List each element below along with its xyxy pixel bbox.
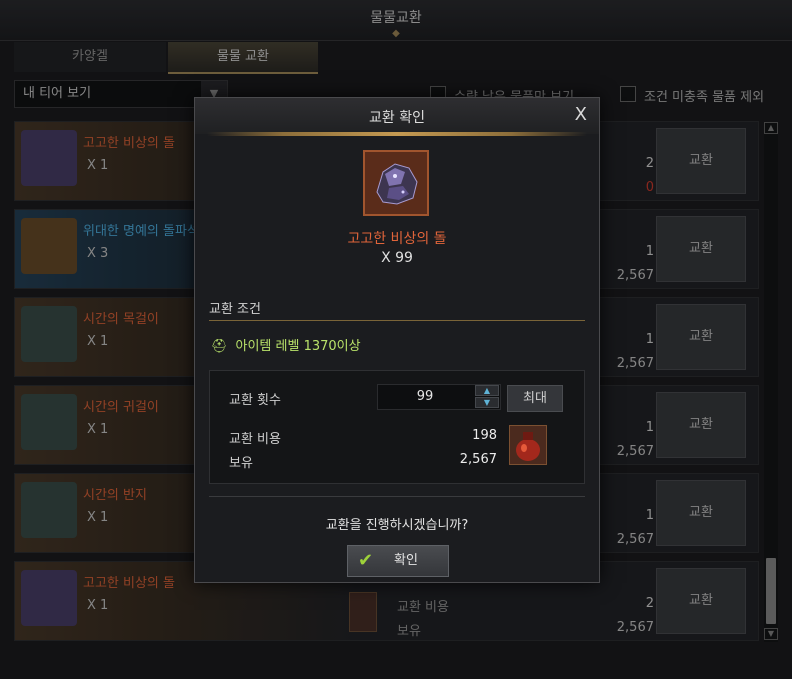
count-down-icon[interactable]: ▼ [475,397,499,408]
header-divider [207,132,587,136]
confirm-button[interactable]: ✔ 확인 [347,545,449,577]
cost-label: 교환 비용 [229,432,281,447]
count-up-icon[interactable]: ▲ [475,385,499,396]
currency-pouch-icon [509,425,547,465]
item-icon [363,150,429,216]
condition-heading: 교환 조건 [209,302,261,317]
exchange-confirm-dialog: 교환 확인 X 고고한 비상의 돌 X 99 교환 조건 ⛑ 아이템 레벨 137… [194,97,600,583]
item-name: 고고한 비상의 돌 [347,231,447,247]
dialog-divider [209,496,585,497]
hold-value: 2,567 [459,452,497,467]
condition-text: ⛑ 아이템 레벨 1370이상 [211,335,361,354]
item-quantity: X 99 [381,250,413,266]
count-label: 교환 횟수 [229,393,281,408]
cost-value: 198 [472,428,497,443]
hold-label: 보유 [229,456,253,471]
max-button[interactable]: 최대 [507,385,563,412]
condition-divider [209,320,585,321]
dialog-title: 교환 확인 [369,110,425,126]
close-icon[interactable]: X [575,104,587,125]
condition-label: 아이템 레벨 1370이상 [235,339,361,354]
confirm-button-label: 확인 [394,553,418,568]
checkmark-icon: ✔ [358,550,374,571]
confirm-question: 교환을 진행하시겠습니까? [325,518,469,533]
helmet-icon: ⛑ [211,339,228,354]
dialog-header: 교환 확인 X [195,98,599,136]
